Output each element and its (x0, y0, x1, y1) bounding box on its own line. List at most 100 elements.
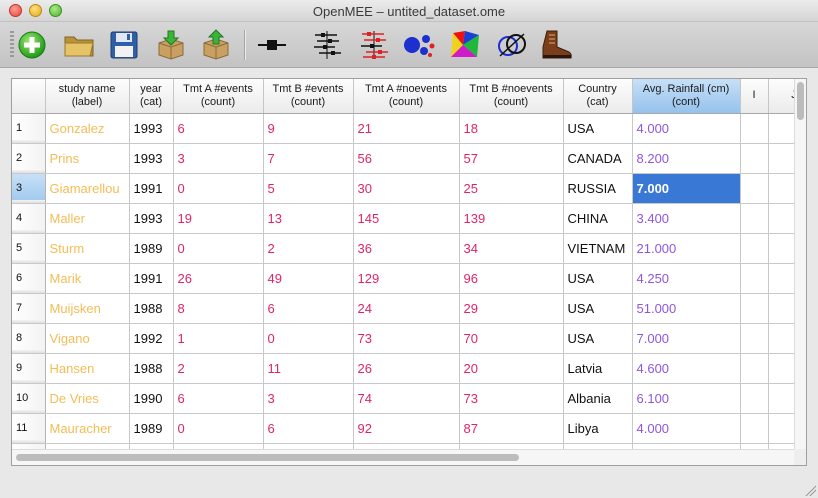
table-row[interactable]: 7 Muijsken 1988 8 6 24 29 USA 51.000 (12, 293, 795, 324)
cell-study-name[interactable]: Gonzalez (45, 113, 130, 144)
window-resize-grip-icon[interactable] (804, 484, 816, 496)
column-header-avg-rainfall[interactable]: Avg. Rainfall (cm) (cont) (632, 79, 741, 114)
table-row[interactable]: 10 De Vries 1990 6 3 74 73 Albania 6.100 (12, 383, 795, 414)
horizontal-scrollbar[interactable] (12, 449, 795, 465)
column-header-corner[interactable] (12, 79, 46, 114)
new-dataset-button[interactable] (14, 27, 50, 63)
cell-country[interactable]: Latvia (563, 353, 633, 384)
cell-country[interactable]: Libya (563, 413, 633, 444)
cell-tmt-b-noevents[interactable]: 139 (459, 203, 564, 234)
cell-tmt-a-noevents[interactable]: 36 (353, 233, 460, 264)
cell-j[interactable] (768, 173, 795, 204)
cell-study-name[interactable]: De Vries (45, 383, 130, 414)
cell-avg-rainfall[interactable]: 51.000 (632, 293, 741, 324)
cell-i[interactable] (740, 293, 769, 324)
cell-country[interactable]: USA (563, 113, 633, 144)
cell-tmt-a-noevents[interactable]: 21 (353, 113, 460, 144)
cell-tmt-a-noevents[interactable]: 145 (353, 203, 460, 234)
cell-study-name[interactable]: Hansen (45, 353, 130, 384)
cell-tmt-a-noevents[interactable]: 74 (353, 383, 460, 414)
cell-tmt-b-noevents[interactable]: 73 (459, 383, 564, 414)
row-header[interactable]: 6 (12, 263, 46, 294)
cell-j[interactable] (768, 233, 795, 264)
cell-avg-rainfall[interactable]: 7.000 (632, 323, 741, 354)
row-header[interactable]: 3 (12, 173, 46, 204)
cell-study-name[interactable]: Vigano (45, 323, 130, 354)
cell-j[interactable] (768, 263, 795, 294)
column-header-i[interactable]: I (740, 79, 769, 114)
cell-year[interactable]: 1991 (129, 263, 174, 294)
cell-tmt-a-noevents[interactable]: 30 (353, 173, 460, 204)
cell-country[interactable]: USA (563, 293, 633, 324)
table-row[interactable]: 1 Gonzalez 1993 6 9 21 18 USA 4.000 (12, 113, 795, 144)
row-header[interactable]: 7 (12, 293, 46, 324)
cell-country[interactable]: Albania (563, 383, 633, 414)
save-dataset-button[interactable] (106, 27, 142, 63)
horizontal-scrollbar-thumb[interactable] (16, 454, 519, 461)
row-header[interactable]: 1 (12, 113, 46, 144)
cell-year[interactable]: 1993 (129, 113, 174, 144)
meta-analysis-button[interactable] (309, 27, 345, 63)
cell-tmt-a-events[interactable]: 3 (173, 143, 264, 174)
table-row[interactable]: 3 Giamarellou 1991 0 5 30 25 RUSSIA 7.000 (12, 173, 795, 204)
calculate-effect-size-button[interactable] (254, 27, 290, 63)
export-button[interactable] (198, 27, 234, 63)
cell-i[interactable] (740, 383, 769, 414)
cell-tmt-a-events[interactable]: 0 (173, 173, 264, 204)
cell-year[interactable]: 1991 (129, 173, 174, 204)
row-header[interactable]: 4 (12, 203, 46, 234)
column-header-study-name[interactable]: study name (label) (45, 79, 130, 114)
cell-tmt-b-events[interactable]: 7 (263, 143, 354, 174)
cell-j[interactable] (768, 203, 795, 234)
cell-tmt-a-events[interactable]: 6 (173, 383, 264, 414)
cell-avg-rainfall[interactable]: 4.600 (632, 353, 741, 384)
cell-study-name[interactable]: Giamarellou (45, 173, 130, 204)
column-header-year[interactable]: year (cat) (129, 79, 174, 114)
cell-country[interactable]: CHINA (563, 203, 633, 234)
cell-i[interactable] (740, 203, 769, 234)
cell-j[interactable] (768, 353, 795, 384)
cell-study-name[interactable]: Sturm (45, 233, 130, 264)
cell-avg-rainfall[interactable]: 7.000 (632, 173, 741, 204)
cell-tmt-b-events[interactable]: 9 (263, 113, 354, 144)
cell-tmt-b-events[interactable]: 0 (263, 323, 354, 354)
table-row[interactable]: 4 Maller 1993 19 13 145 139 CHINA 3.400 (12, 203, 795, 234)
cell-i[interactable] (740, 263, 769, 294)
subgroup-analysis-button[interactable] (356, 27, 392, 63)
table-row[interactable]: 5 Sturm 1989 0 2 36 34 VIETNAM 21.000 (12, 233, 795, 264)
cell-tmt-a-events[interactable]: 0 (173, 413, 264, 444)
meta-regression-button[interactable] (447, 27, 483, 63)
cell-study-name[interactable]: Marik (45, 263, 130, 294)
row-header[interactable]: 2 (12, 143, 46, 174)
cell-country[interactable]: CANADA (563, 143, 633, 174)
column-header-j[interactable]: J (768, 79, 795, 114)
cell-tmt-b-noevents[interactable]: 20 (459, 353, 564, 384)
row-header[interactable]: 10 (12, 383, 46, 414)
cell-j[interactable] (768, 413, 795, 444)
cell-study-name[interactable]: Muijsken (45, 293, 130, 324)
cell-country[interactable]: USA (563, 263, 633, 294)
cell-tmt-a-noevents[interactable]: 129 (353, 263, 460, 294)
cell-tmt-a-events[interactable]: 0 (173, 233, 264, 264)
cell-year[interactable]: 1992 (129, 323, 174, 354)
row-header[interactable]: 8 (12, 323, 46, 354)
column-header-country[interactable]: Country (cat) (563, 79, 633, 114)
cell-tmt-b-events[interactable]: 3 (263, 383, 354, 414)
table-row[interactable]: 9 Hansen 1988 2 11 26 20 Latvia 4.600 (12, 353, 795, 384)
cell-year[interactable]: 1993 (129, 143, 174, 174)
column-header-tmt-b-events[interactable]: Tmt B #events (count) (263, 79, 354, 114)
cell-tmt-b-events[interactable]: 2 (263, 233, 354, 264)
vertical-scrollbar-thumb[interactable] (797, 82, 804, 120)
table-row[interactable]: 11 Mauracher 1989 0 6 92 87 Libya 4.000 (12, 413, 795, 444)
cell-study-name[interactable]: Maller (45, 203, 130, 234)
cell-i[interactable] (740, 353, 769, 384)
column-header-tmt-a-noevents[interactable]: Tmt A #noevents (count) (353, 79, 460, 114)
cell-j[interactable] (768, 143, 795, 174)
table-row[interactable]: 8 Vigano 1992 1 0 73 70 USA 7.000 (12, 323, 795, 354)
cell-study-name[interactable]: Prins (45, 143, 130, 174)
cell-year[interactable]: 1990 (129, 383, 174, 414)
cell-avg-rainfall[interactable]: 4.250 (632, 263, 741, 294)
cell-i[interactable] (740, 233, 769, 264)
cell-tmt-b-noevents[interactable]: 29 (459, 293, 564, 324)
cell-tmt-b-noevents[interactable]: 18 (459, 113, 564, 144)
